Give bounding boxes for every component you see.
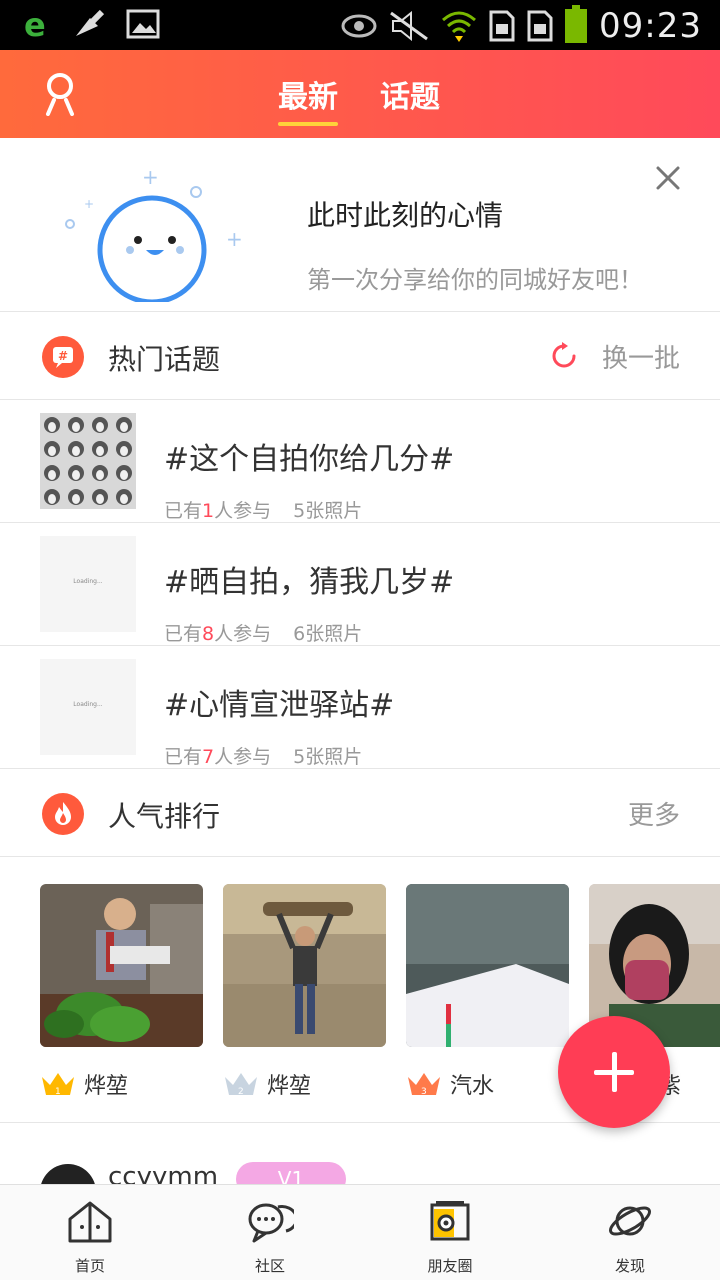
active-tab-indicator bbox=[278, 122, 338, 126]
refresh-button[interactable]: 换一批 bbox=[602, 338, 680, 375]
rank-card[interactable]: 2 烨堃 bbox=[223, 884, 386, 1099]
svg-text:+: + bbox=[84, 197, 94, 211]
smiley-face-icon: + + + bbox=[65, 165, 243, 302]
participant-count: 7 bbox=[202, 746, 215, 768]
more-button[interactable]: 更多 bbox=[628, 795, 680, 832]
topic-title: #心情宣泄驿站# bbox=[164, 688, 395, 723]
sim-card-icon bbox=[489, 10, 515, 42]
rank-name: 烨堃 bbox=[84, 1074, 129, 1099]
loading-text: Loading... bbox=[73, 578, 103, 585]
svg-text:#: # bbox=[58, 349, 68, 363]
broom-icon bbox=[76, 9, 105, 36]
topic-row[interactable]: Loading... #心情宣泄驿站# 已有7人参与 5张照片 bbox=[0, 646, 720, 769]
rank-card[interactable]: 3 汽水 bbox=[406, 884, 569, 1099]
refresh-icon[interactable] bbox=[548, 340, 580, 372]
avatar[interactable] bbox=[40, 1164, 96, 1184]
silver-crown-icon: 2 bbox=[225, 1073, 257, 1097]
bottom-nav: 首页 社区 朋友圈 发现 bbox=[0, 1184, 720, 1280]
popular-ranking-title: 人气排行 bbox=[108, 800, 221, 833]
chat-bubbles-icon bbox=[248, 1203, 294, 1243]
feed-preview[interactable]: ccyymm V1 bbox=[0, 1124, 720, 1184]
rank-name: 烨堃 bbox=[267, 1074, 312, 1099]
hashtag-bubble-icon: # bbox=[42, 336, 84, 378]
username[interactable]: ccyymm bbox=[108, 1162, 218, 1184]
topic-meta: 已有8人参与 6张照片 bbox=[164, 623, 363, 645]
eye-icon bbox=[341, 14, 377, 38]
level-badge: V1 bbox=[236, 1162, 346, 1184]
user-photo bbox=[40, 884, 203, 1047]
topic-thumbnail: Loading... bbox=[40, 659, 136, 755]
svg-text:3: 3 bbox=[421, 1087, 427, 1097]
home-icon bbox=[68, 1201, 112, 1243]
tab-topics[interactable]: 话题 bbox=[380, 72, 440, 116]
nav-item-home[interactable]: 首页 bbox=[0, 1185, 180, 1281]
participant-count: 1 bbox=[202, 500, 215, 522]
topic-row[interactable]: Loading... #晒自拍，猜我几岁# 已有8人参与 6张照片 bbox=[0, 523, 720, 646]
profile-icon[interactable] bbox=[42, 72, 78, 116]
rank-card[interactable]: 1 烨堃 bbox=[40, 884, 203, 1099]
topic-meta: 已有7人参与 5张照片 bbox=[164, 746, 363, 768]
topic-title: #这个自拍你给几分# bbox=[164, 442, 455, 477]
image-icon bbox=[126, 9, 160, 39]
loading-text: Loading... bbox=[73, 701, 103, 708]
photo-count: 6张照片 bbox=[293, 623, 363, 645]
wifi-icon bbox=[442, 11, 477, 42]
svg-text:+: + bbox=[142, 165, 159, 189]
popular-ranking-header: 人气排行 更多 bbox=[0, 769, 720, 857]
planet-icon bbox=[609, 1206, 651, 1236]
mute-icon bbox=[390, 11, 428, 41]
rank-name: 汽水 bbox=[450, 1074, 495, 1099]
nav-item-moments[interactable]: 朋友圈 bbox=[360, 1185, 540, 1281]
rank-label: 3 汽水 bbox=[406, 1068, 494, 1100]
svg-text:1: 1 bbox=[55, 1087, 61, 1097]
photo-count: 5张照片 bbox=[293, 746, 363, 768]
flame-icon bbox=[42, 793, 84, 835]
topic-meta: 已有1人参与 5张照片 bbox=[164, 500, 363, 522]
topic-row[interactable]: #这个自拍你给几分# 已有1人参与 5张照片 bbox=[0, 400, 720, 523]
tab-latest[interactable]: 最新 bbox=[278, 72, 338, 116]
mood-banner[interactable]: + + + 此时此刻的心情 第一次分享给你的同城好友吧！ bbox=[0, 138, 720, 312]
status-bar: e 09:23 bbox=[0, 0, 720, 50]
svg-text:+: + bbox=[226, 227, 243, 251]
svg-text:2: 2 bbox=[238, 1087, 244, 1097]
rank-label: 1 烨堃 bbox=[40, 1068, 128, 1100]
bronze-crown-icon: 3 bbox=[408, 1073, 440, 1097]
battery-icon bbox=[565, 5, 588, 43]
sim-card-icon-2 bbox=[527, 10, 553, 42]
svg-text:e: e bbox=[24, 8, 46, 40]
top-header: 最新 话题 bbox=[0, 50, 720, 138]
mood-title: 此时此刻的心情 bbox=[307, 199, 504, 232]
participant-count: 8 bbox=[202, 623, 215, 645]
hot-topics-header: # 热门话题 换一批 bbox=[0, 312, 720, 400]
clock: 09:23 bbox=[599, 6, 702, 46]
user-photo bbox=[406, 884, 569, 1047]
topic-title: #晒自拍，猜我几岁# bbox=[164, 565, 455, 600]
topic-thumbnail bbox=[40, 413, 136, 509]
browser-app-icon: e bbox=[24, 8, 46, 40]
nav-item-community[interactable]: 社区 bbox=[180, 1185, 360, 1281]
rank-label: 2 烨堃 bbox=[223, 1068, 311, 1100]
camera-icon bbox=[430, 1201, 470, 1241]
user-photo bbox=[223, 884, 386, 1047]
close-icon[interactable] bbox=[650, 160, 686, 196]
add-post-button[interactable] bbox=[558, 1016, 670, 1128]
hot-topics-title: 热门话题 bbox=[108, 343, 221, 376]
photo-count: 5张照片 bbox=[293, 500, 363, 522]
nav-item-discover[interactable]: 发现 bbox=[540, 1185, 720, 1281]
gold-crown-icon: 1 bbox=[42, 1073, 74, 1097]
topic-thumbnail: Loading... bbox=[40, 536, 136, 632]
mood-subtitle: 第一次分享给你的同城好友吧！ bbox=[307, 266, 643, 294]
